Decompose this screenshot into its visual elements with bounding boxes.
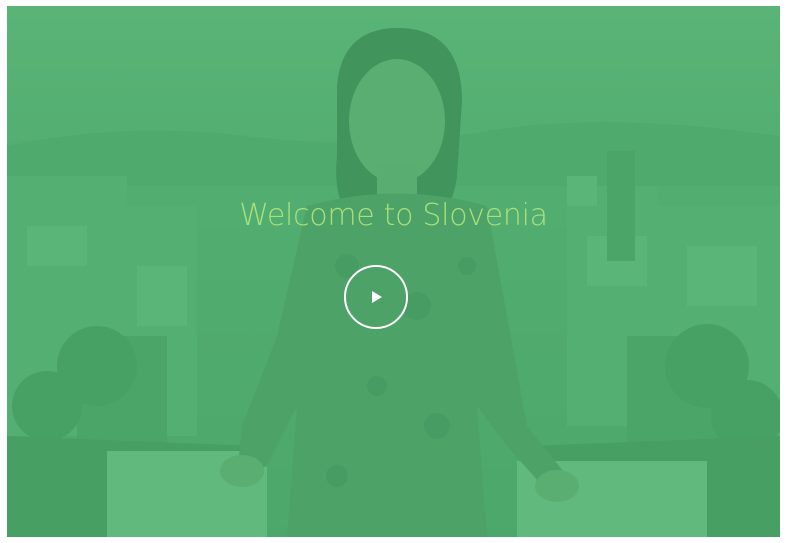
hero-title: Welcome to Slovenia: [239, 198, 548, 233]
play-video-button[interactable]: [344, 265, 408, 329]
video-hero[interactable]: Welcome to Slovenia: [7, 6, 780, 537]
play-icon: [372, 291, 382, 303]
